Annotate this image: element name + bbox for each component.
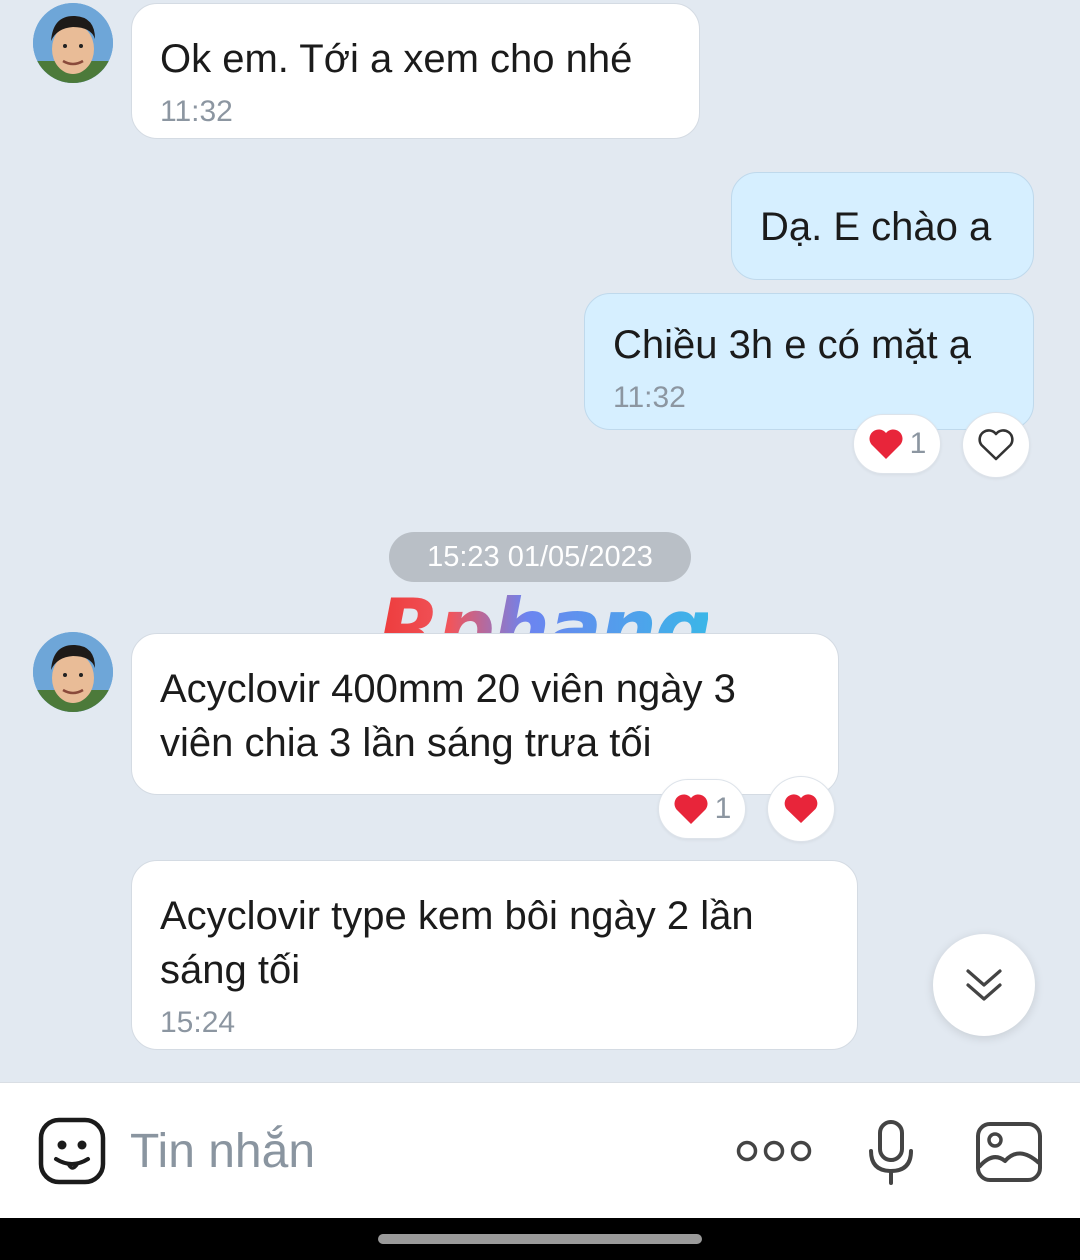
message-bubble-incoming[interactable]: Ok em. Tới a xem cho nhé 11:32 (131, 3, 700, 139)
message-time: 11:32 (613, 381, 686, 414)
date-separator: 15:23 01/05/2023 (389, 532, 691, 582)
sticker-icon[interactable] (38, 1117, 106, 1190)
message-time: 11:32 (160, 95, 233, 128)
chat-area[interactable]: Ok em. Tới a xem cho nhé 11:32 Dạ. E chà… (0, 0, 1080, 1082)
heart-outline-icon (978, 429, 1014, 461)
home-gesture-handle[interactable] (378, 1234, 702, 1244)
message-input-placeholder: Tin nhắn (130, 1125, 316, 1178)
message-text: Dạ. E chào a (760, 205, 992, 249)
avatar-photo (33, 632, 113, 712)
heart-icon (784, 794, 818, 823)
react-button[interactable] (767, 776, 835, 842)
contact-avatar[interactable] (33, 632, 113, 712)
message-text: Chiều 3h e có mặt ạ (613, 323, 971, 367)
scroll-to-bottom-button[interactable] (933, 934, 1035, 1036)
message-bubble-incoming[interactable]: Acyclovir 400mm 20 viên ngày 3 viên chia… (131, 633, 839, 795)
message-bubble-outgoing[interactable]: Chiều 3h e có mặt ạ 11:32 (584, 293, 1034, 430)
reaction-count: 1 (714, 792, 732, 825)
heart-icon (869, 429, 903, 459)
message-bubble-incoming[interactable]: Acyclovir type kem bôi ngày 2 lần sáng t… (131, 860, 858, 1050)
reaction-summary[interactable]: 1 (658, 779, 746, 839)
heart-icon (674, 794, 708, 824)
message-text: Acyclovir type kem bôi ngày 2 lần sáng t… (160, 894, 754, 992)
avatar-photo (33, 3, 113, 83)
contact-avatar[interactable] (33, 3, 113, 83)
message-text: Acyclovir 400mm 20 viên ngày 3 viên chia… (160, 667, 736, 765)
message-time: 15:24 (160, 1006, 236, 1039)
system-navigation-bar (0, 1218, 1080, 1260)
message-text: Ok em. Tới a xem cho nhé (160, 37, 633, 81)
microphone-icon[interactable] (866, 1119, 916, 1192)
image-icon[interactable] (975, 1121, 1043, 1188)
more-icon[interactable] (736, 1139, 812, 1168)
react-button[interactable] (962, 412, 1030, 478)
message-bubble-outgoing[interactable]: Dạ. E chào a (731, 172, 1034, 280)
reaction-count: 1 (909, 427, 927, 460)
reaction-summary[interactable]: 1 (853, 414, 941, 474)
double-chevron-down-icon (966, 969, 1002, 1001)
